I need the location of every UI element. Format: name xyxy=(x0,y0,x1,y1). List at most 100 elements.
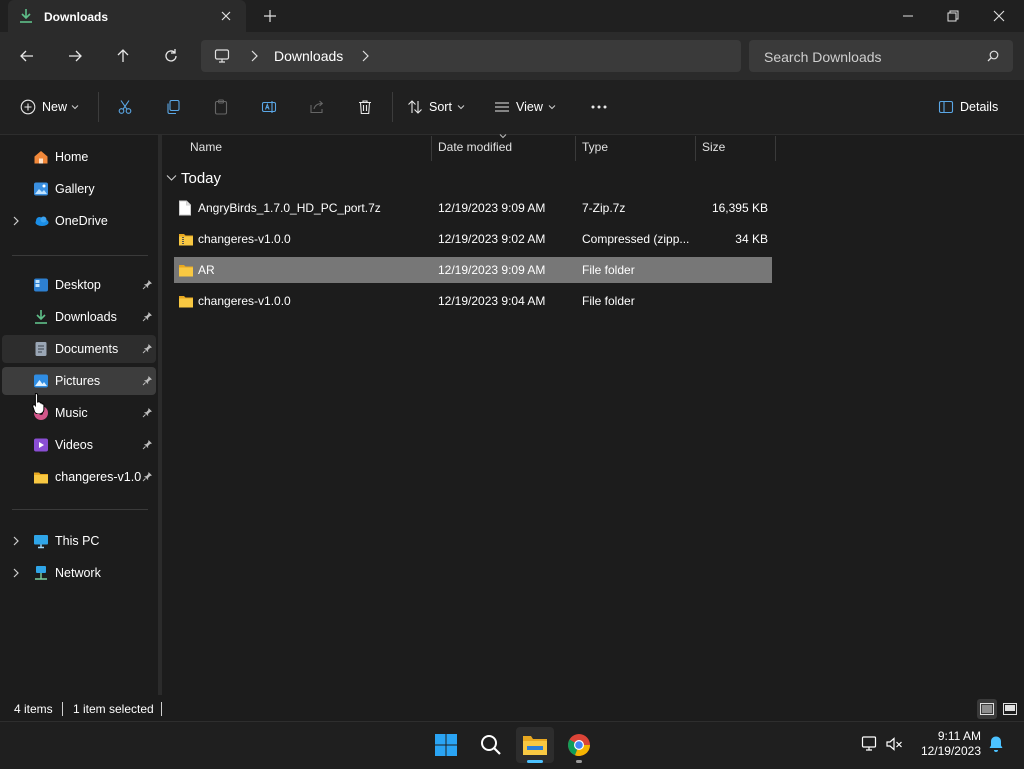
onedrive-icon xyxy=(33,213,49,229)
search-input[interactable]: Search Downloads xyxy=(749,40,1013,72)
file-row[interactable]: changeres-v1.0.0 12/19/2023 9:04 AM File… xyxy=(174,288,772,314)
column-divider[interactable] xyxy=(775,136,776,161)
up-button[interactable] xyxy=(109,44,137,68)
pin-icon xyxy=(142,343,153,354)
close-tab-icon[interactable] xyxy=(218,8,234,24)
sidebar-item-changeres[interactable]: changeres-v1.0.0 xyxy=(2,463,156,491)
minimize-button[interactable] xyxy=(885,0,931,32)
tiles-view-icon xyxy=(1003,703,1017,715)
sort-label: Sort xyxy=(429,100,452,114)
search-icon xyxy=(987,50,999,62)
taskbar-search-button[interactable] xyxy=(472,727,510,763)
file-row-selected[interactable]: AR 12/19/2023 9:09 AM File folder xyxy=(174,257,772,283)
view-button[interactable]: View xyxy=(494,95,556,119)
back-button[interactable] xyxy=(13,44,41,68)
file-name: AngryBirds_1.7.0_HD_PC_port.7z xyxy=(198,201,381,215)
rename-icon xyxy=(261,99,277,115)
sidebar-item-pictures[interactable]: Pictures xyxy=(2,367,156,395)
sidebar-item-home[interactable]: Home xyxy=(2,143,156,171)
pin-icon xyxy=(142,471,153,482)
pin-icon xyxy=(142,375,153,386)
more-icon xyxy=(590,99,608,115)
details-view-button[interactable] xyxy=(977,699,997,719)
gallery-icon xyxy=(33,181,49,197)
chevron-right-icon[interactable] xyxy=(12,568,20,578)
close-window-button[interactable] xyxy=(976,0,1022,32)
chevron-right-icon[interactable] xyxy=(248,49,260,63)
zip-folder-icon xyxy=(178,231,194,247)
sort-button[interactable]: Sort xyxy=(407,95,465,119)
column-header-date-modified[interactable]: Date modified xyxy=(438,140,512,162)
sidebar-item-label: Gallery xyxy=(55,182,95,196)
sidebar-item-downloads[interactable]: Downloads xyxy=(2,303,156,331)
network-status-icon[interactable] xyxy=(861,735,879,753)
copy-button[interactable] xyxy=(165,95,181,119)
file-size: 16,395 KB xyxy=(711,201,768,215)
new-tab-icon[interactable] xyxy=(262,8,278,24)
details-view-icon xyxy=(980,703,994,715)
pin-icon xyxy=(142,311,153,322)
more-options-button[interactable] xyxy=(590,95,608,119)
column-header-name[interactable]: Name xyxy=(190,140,222,162)
sidebar-item-network[interactable]: Network xyxy=(2,559,156,587)
desktop-icon xyxy=(33,277,49,293)
chevron-right-icon[interactable] xyxy=(359,49,371,63)
taskbar-file-explorer[interactable] xyxy=(516,727,554,763)
sidebar-item-this-pc[interactable]: This PC xyxy=(2,527,156,555)
sidebar-item-gallery[interactable]: Gallery xyxy=(2,175,156,203)
chrome-icon xyxy=(567,733,591,757)
notification-bell-icon[interactable] xyxy=(988,735,1004,753)
home-icon xyxy=(33,149,49,165)
file-row[interactable]: AngryBirds_1.7.0_HD_PC_port.7z 12/19/202… xyxy=(174,195,772,221)
system-clock[interactable]: 9:11 AM 12/19/2023 xyxy=(921,729,981,759)
column-header-size[interactable]: Size xyxy=(702,140,725,162)
sidebar-item-onedrive[interactable]: OneDrive xyxy=(2,207,156,235)
new-button[interactable]: New xyxy=(20,95,79,119)
forward-button[interactable] xyxy=(61,44,89,68)
folder-icon xyxy=(33,469,49,485)
sidebar-item-desktop[interactable]: Desktop xyxy=(2,271,156,299)
pictures-icon xyxy=(33,373,49,389)
folder-icon xyxy=(178,293,194,309)
column-divider[interactable] xyxy=(575,136,576,161)
large-icons-view-button[interactable] xyxy=(1000,699,1020,719)
file-type: File folder xyxy=(582,263,635,277)
start-button[interactable] xyxy=(427,727,465,763)
rename-button[interactable] xyxy=(261,95,277,119)
search-placeholder: Search Downloads xyxy=(764,49,882,65)
refresh-button[interactable] xyxy=(157,44,185,68)
restore-button[interactable] xyxy=(930,0,976,32)
share-button[interactable] xyxy=(309,95,325,119)
hand-cursor-icon xyxy=(32,392,46,414)
pin-icon xyxy=(142,439,153,450)
sidebar-item-music[interactable]: Music xyxy=(2,399,156,427)
column-header-type[interactable]: Type xyxy=(582,140,608,162)
breadcrumb-downloads[interactable]: Downloads xyxy=(274,48,343,64)
this-pc-icon xyxy=(33,533,49,549)
sidebar-item-videos[interactable]: Videos xyxy=(2,431,156,459)
window-tab-downloads[interactable]: Downloads xyxy=(8,0,246,32)
cut-button[interactable] xyxy=(117,95,133,119)
volume-muted-icon[interactable] xyxy=(885,735,903,753)
sidebar-item-label: Videos xyxy=(55,438,93,452)
file-row[interactable]: changeres-v1.0.0 12/19/2023 9:02 AM Comp… xyxy=(174,226,772,252)
chevron-right-icon[interactable] xyxy=(12,536,20,546)
clock-date: 12/19/2023 xyxy=(920,744,981,758)
address-bar[interactable]: Downloads xyxy=(201,40,741,72)
sort-chevron-icon xyxy=(499,133,507,139)
paste-button[interactable] xyxy=(213,95,229,119)
folder-icon xyxy=(178,262,194,278)
column-divider[interactable] xyxy=(695,136,696,161)
sidebar-item-documents[interactable]: Documents xyxy=(2,335,156,363)
new-label: New xyxy=(42,100,68,114)
taskbar-chrome[interactable] xyxy=(560,727,598,763)
delete-button[interactable] xyxy=(357,95,373,119)
sidebar-item-label: Network xyxy=(55,566,101,580)
view-label: View xyxy=(516,100,543,114)
file-type: Compressed (zipp... xyxy=(582,232,690,246)
file-explorer-icon xyxy=(522,733,548,757)
sidebar-item-label: OneDrive xyxy=(55,214,108,228)
column-divider[interactable] xyxy=(431,136,432,161)
chevron-right-icon[interactable] xyxy=(12,216,20,226)
details-button[interactable]: Details xyxy=(938,95,998,119)
